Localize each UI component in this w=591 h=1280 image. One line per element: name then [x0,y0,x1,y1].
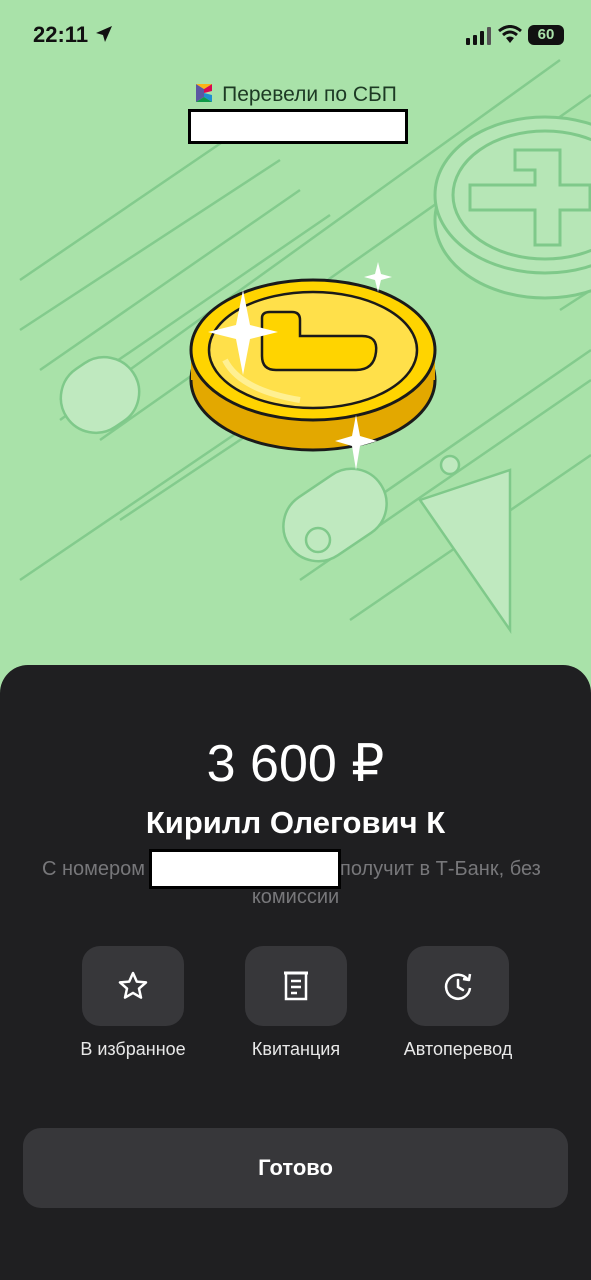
location-arrow-icon [96,26,112,42]
note-prefix: С номером [41,858,145,880]
status-time: 22:11 [33,22,89,47]
auto-transfer-icon [444,973,472,1000]
receipt-label: Квитанция [251,1039,341,1059]
battery-indicator: 60 [528,25,564,45]
receipt-icon [284,971,308,1001]
hero-illustration: 22:11 60 Перевели по СБП [0,0,591,700]
favorite-button[interactable] [82,946,184,1026]
note-suffix: получит в Т-Банк, без [340,858,541,880]
page-title: Перевели по СБП [222,83,397,106]
receipt-button[interactable] [245,946,347,1026]
status-bar: 22:11 60 [0,0,591,70]
recipient-name: Кирилл Олегович К [145,805,446,840]
redacted-phone [149,849,341,889]
wifi-icon [498,25,522,43]
transfer-header: Перевели по СБП [0,82,591,107]
favorite-label: В избранное [80,1039,186,1059]
cellular-signal-icon [466,27,491,45]
transfer-amount: 3 600 ₽ [206,735,385,793]
star-icon [118,971,148,999]
auto-transfer-button[interactable] [407,946,509,1026]
coin-icon [189,278,437,452]
auto-transfer-label: Автоперевод [403,1039,513,1059]
sbp-logo-icon [196,84,213,102]
redacted-box [188,109,408,144]
done-button[interactable]: Готово [23,1128,568,1208]
